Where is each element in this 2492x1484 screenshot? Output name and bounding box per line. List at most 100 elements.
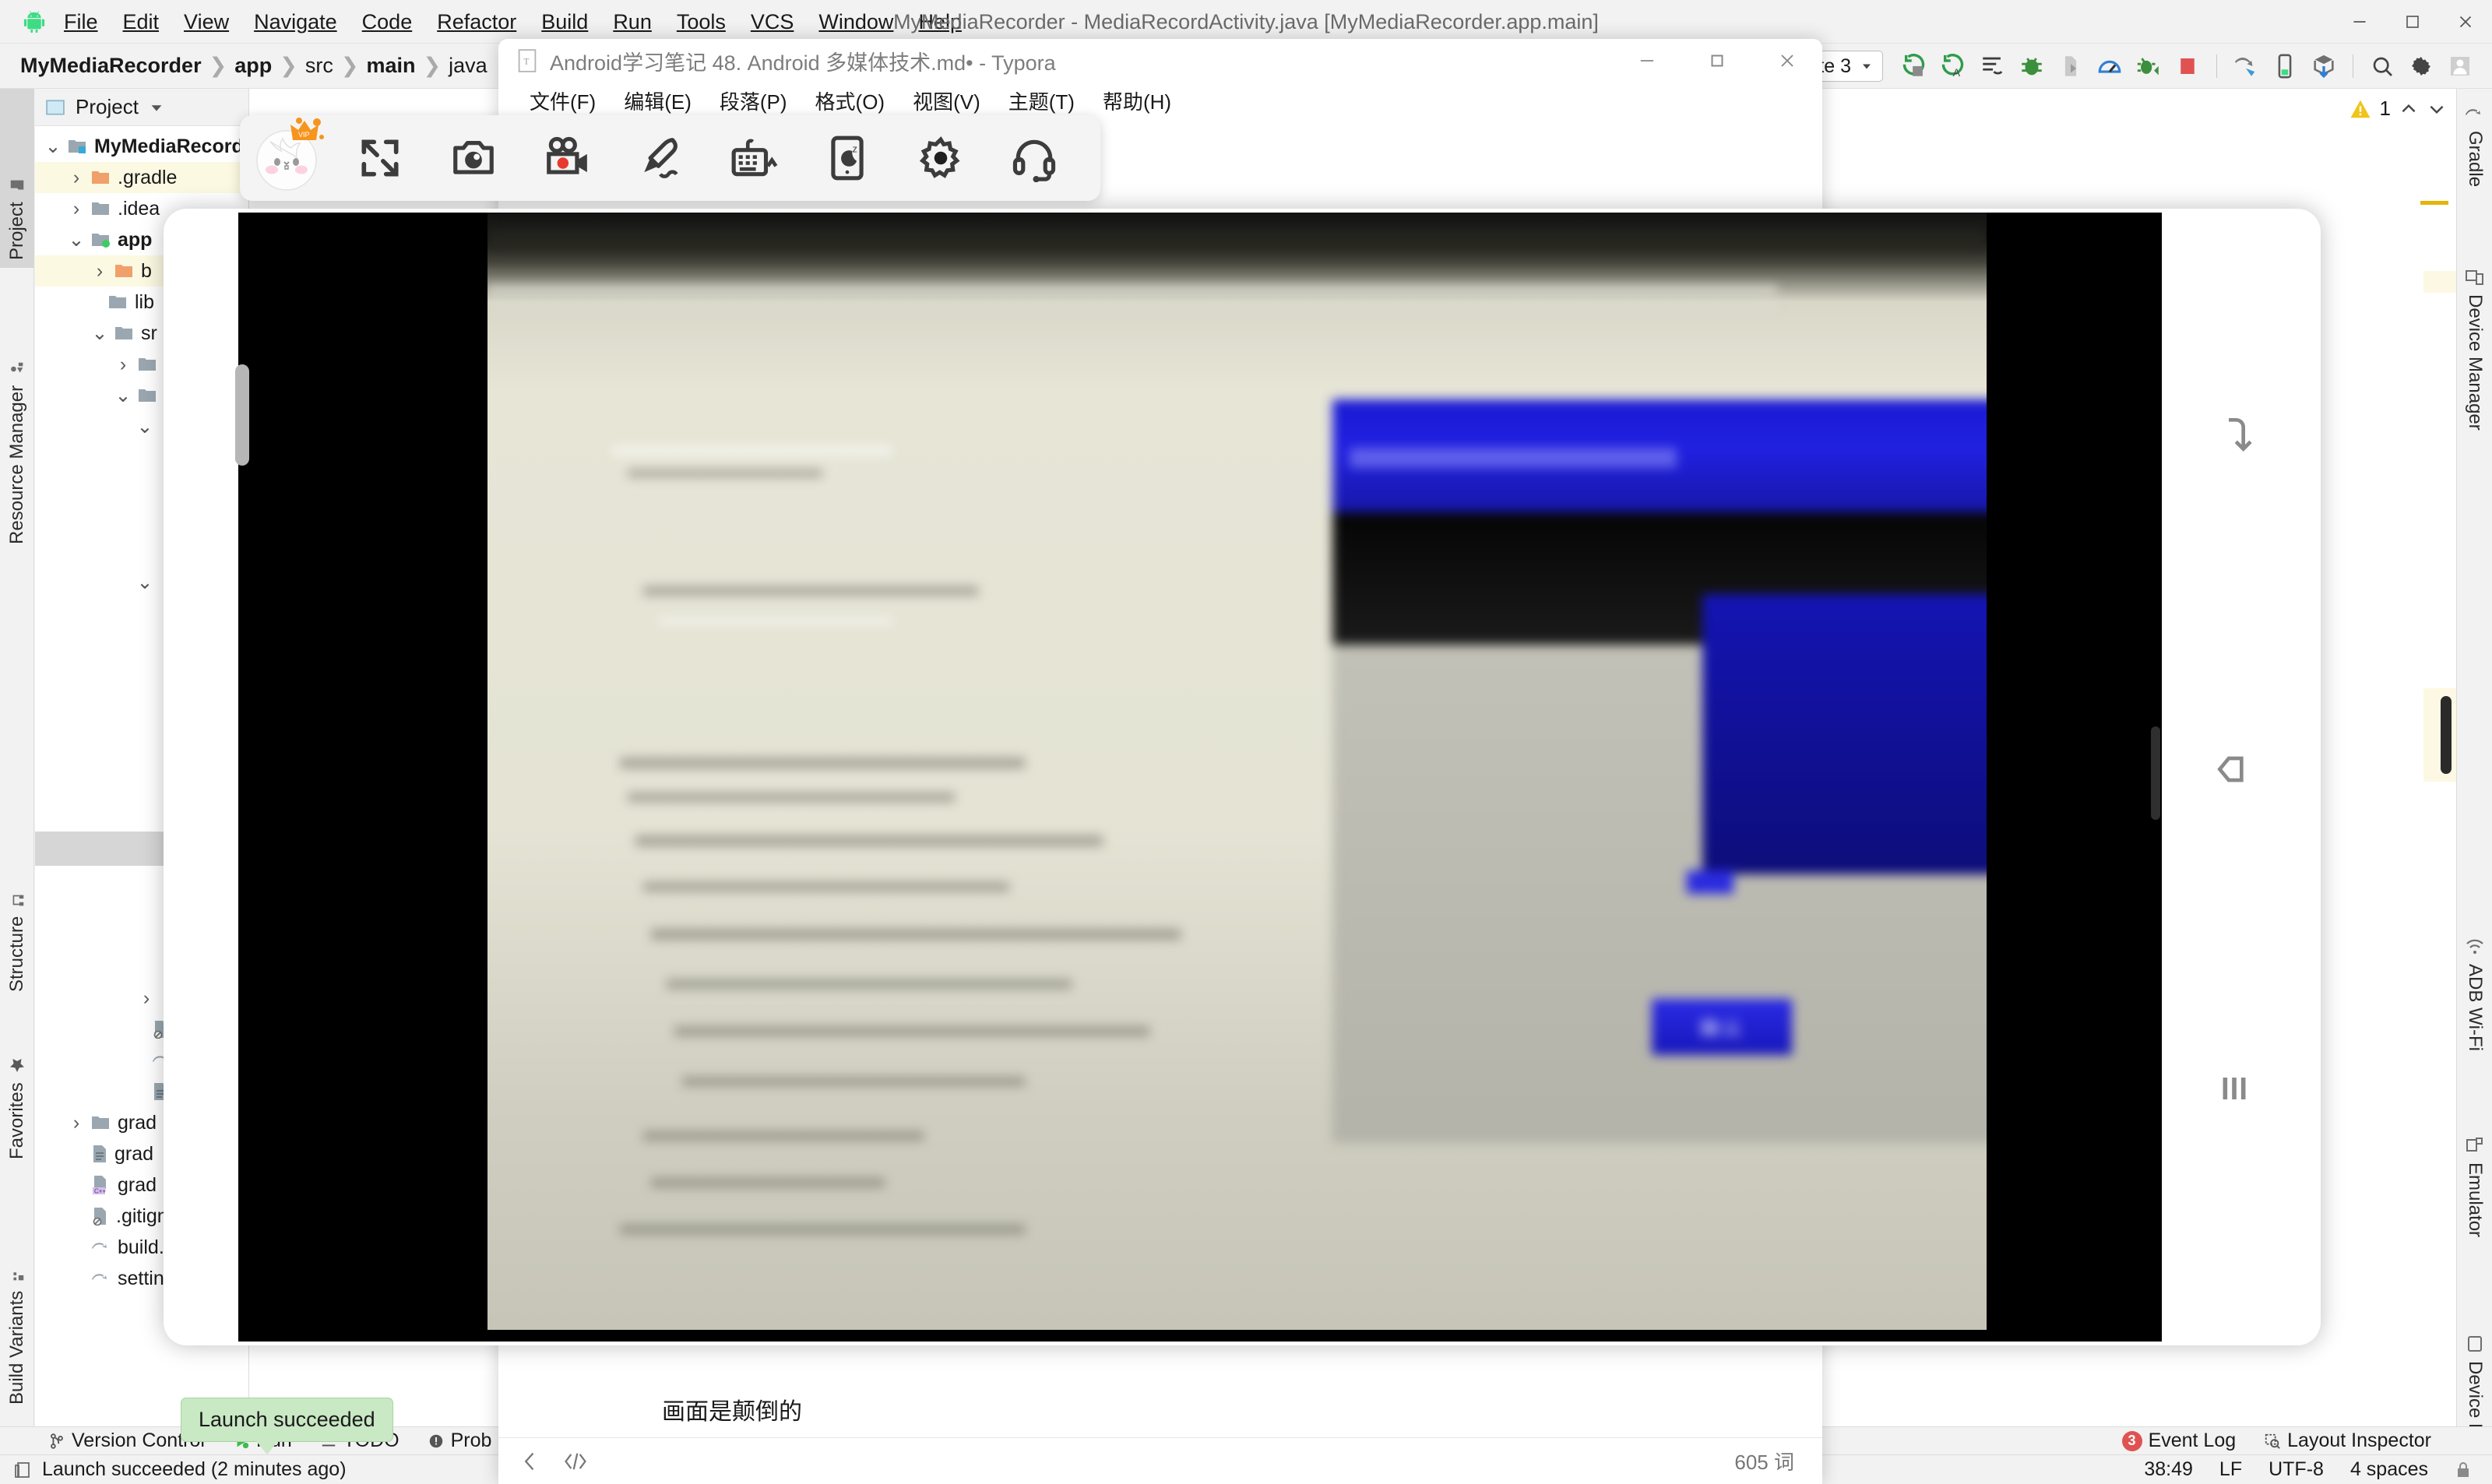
sidebar-item-project[interactable]: Project [0, 89, 34, 268]
settings-icon[interactable] [2403, 48, 2439, 84]
keyboard-icon[interactable] [707, 115, 801, 201]
phone-sleep-icon[interactable]: z [801, 115, 894, 201]
sync-gradle-icon[interactable] [2228, 48, 2264, 84]
chevron-right-icon[interactable]: › [68, 198, 85, 220]
fullscreen-capture-icon[interactable] [333, 115, 427, 201]
sidebar-item-structure[interactable]: Structure [0, 836, 34, 1000]
maximize-icon[interactable] [1682, 39, 1752, 83]
chevron-down-icon[interactable]: ⌄ [91, 322, 108, 345]
chevron-down-icon[interactable]: ⌄ [136, 415, 153, 438]
back-icon[interactable] [2176, 723, 2293, 816]
lock-icon[interactable] [2455, 1461, 2472, 1479]
inspection-widget[interactable]: 1 [2349, 97, 2447, 121]
menu-vcs[interactable]: VCS [738, 0, 807, 44]
chevron-down-icon[interactable]: ⌄ [68, 228, 85, 251]
run-with-coverage-icon[interactable] [2131, 48, 2166, 84]
camera-icon[interactable] [427, 115, 520, 201]
sidebar-item-build-variants[interactable]: Build Variants [0, 1171, 34, 1412]
bottom-tab-layout-inspector[interactable]: Layout Inspector [2250, 1429, 2445, 1452]
menu-help[interactable]: Help [906, 0, 974, 44]
chevron-down-icon[interactable] [2427, 99, 2447, 119]
mascot-avatar-icon[interactable]: VIP [240, 115, 333, 201]
minimize-icon[interactable] [2333, 0, 2386, 44]
word-count[interactable]: 605 词 [1734, 1447, 1794, 1475]
brush-icon[interactable] [614, 115, 707, 201]
menu-navigate[interactable]: Navigate [241, 0, 350, 44]
tree-node-gradle[interactable]: › .gradle [35, 162, 248, 193]
avd-manager-icon[interactable] [2267, 48, 2303, 84]
emulator-screen[interactable]: 确认 [238, 213, 2162, 1342]
editor-scrollbar[interactable] [2441, 696, 2452, 774]
chevron-right-icon[interactable]: › [91, 260, 108, 283]
chevron-right-icon[interactable]: › [68, 1112, 85, 1134]
run-icon[interactable] [1897, 48, 1933, 84]
sdk-manager-icon[interactable] [2306, 48, 2342, 84]
maximize-icon[interactable] [2386, 0, 2439, 44]
preview-detail [643, 586, 978, 596]
gear-icon[interactable] [894, 115, 987, 201]
attach-debugger-icon[interactable] [2053, 48, 2089, 84]
bottom-tab-problems[interactable]: Prob [414, 1429, 506, 1452]
sidebar-toggle-icon[interactable] [520, 1450, 540, 1473]
tree-node-mymediarecorder[interactable]: ⌄ MyMediaRecord [35, 131, 248, 162]
close-icon[interactable] [2439, 0, 2492, 44]
close-icon[interactable] [1752, 39, 1822, 83]
breadcrumb-item-main[interactable]: main [360, 54, 421, 78]
breadcrumb-item-project[interactable]: MyMediaRecorder [14, 54, 208, 78]
chevron-down-icon[interactable]: ⌄ [44, 135, 62, 158]
emulator-left-handle[interactable] [235, 364, 249, 466]
rotate-icon[interactable] [2176, 388, 2293, 481]
sidebar-item-favorites[interactable]: Favorites [0, 1004, 34, 1167]
line-separator[interactable]: LF [2219, 1458, 2242, 1481]
menu-code[interactable]: Code [350, 0, 425, 44]
menu-edit[interactable]: Edit [111, 0, 172, 44]
minimize-icon[interactable] [1612, 39, 1682, 83]
typora-menu-format[interactable]: 格式(O) [801, 86, 899, 115]
breadcrumb-item-app[interactable]: app [228, 54, 278, 78]
breadcrumb-item-java[interactable]: java [442, 54, 494, 78]
menu-build[interactable]: Build [529, 0, 600, 44]
chevron-right-icon[interactable]: › [138, 987, 155, 1010]
debug-icon[interactable] [2014, 48, 2050, 84]
chevron-up-icon[interactable] [2399, 99, 2419, 119]
caret-position[interactable]: 38:49 [2144, 1458, 2193, 1481]
typora-menu-help[interactable]: 帮助(H) [1089, 86, 1185, 115]
sidebar-item-resource-manager[interactable]: Resource Manager [0, 272, 34, 552]
search-icon[interactable] [2364, 48, 2400, 84]
menu-run[interactable]: Run [600, 0, 664, 44]
stop-icon[interactable] [2170, 48, 2205, 84]
sidebar-item-gradle[interactable]: Gradle [2457, 97, 2492, 252]
chevron-down-icon[interactable]: ⌄ [114, 384, 132, 407]
recents-icon[interactable] [2176, 1042, 2293, 1135]
typora-menu-edit[interactable]: 编辑(E) [610, 86, 706, 115]
menu-file[interactable]: File [51, 0, 111, 44]
menu-refactor[interactable]: Refactor [424, 0, 529, 44]
sidebar-item-emulator[interactable]: Emulator [2457, 1128, 2492, 1323]
chevron-right-icon[interactable]: › [68, 167, 85, 189]
sidebar-item-device-manager[interactable]: Device Manager [2457, 260, 2492, 548]
menu-tools[interactable]: Tools [664, 0, 738, 44]
source-code-mode-icon[interactable] [562, 1450, 589, 1473]
video-record-icon[interactable] [520, 115, 614, 201]
menu-view[interactable]: View [171, 0, 241, 44]
sidebar-item-adb-wifi[interactable]: ADB Wi-Fi [2457, 930, 2492, 1124]
chevron-down-icon[interactable]: ⌄ [136, 571, 153, 594]
emulator-window[interactable]: 确认 [164, 209, 2321, 1345]
account-icon[interactable] [2442, 48, 2478, 84]
typora-menu-view[interactable]: 视图(V) [899, 86, 994, 115]
emulator-scrollbar[interactable] [2151, 726, 2160, 820]
indent-setting[interactable]: 4 spaces [2350, 1458, 2428, 1481]
chevron-right-icon[interactable]: › [114, 353, 132, 376]
apply-changes-icon[interactable] [1975, 48, 2011, 84]
file-encoding[interactable]: UTF-8 [2268, 1458, 2324, 1481]
menu-window[interactable]: Window [806, 0, 906, 44]
headset-icon[interactable] [987, 115, 1081, 201]
profile-icon[interactable] [2092, 48, 2128, 84]
typora-menu-paragraph[interactable]: 段落(P) [706, 86, 801, 115]
rerun-icon[interactable]: A [1936, 48, 1972, 84]
typora-menu-theme[interactable]: 主题(T) [994, 86, 1089, 115]
chevron-down-icon[interactable] [148, 99, 165, 116]
typora-menu-file[interactable]: 文件(F) [516, 86, 610, 115]
breadcrumb-item-src[interactable]: src [299, 54, 340, 78]
bottom-tab-event-log[interactable]: 3 Event Log [2108, 1429, 2251, 1452]
